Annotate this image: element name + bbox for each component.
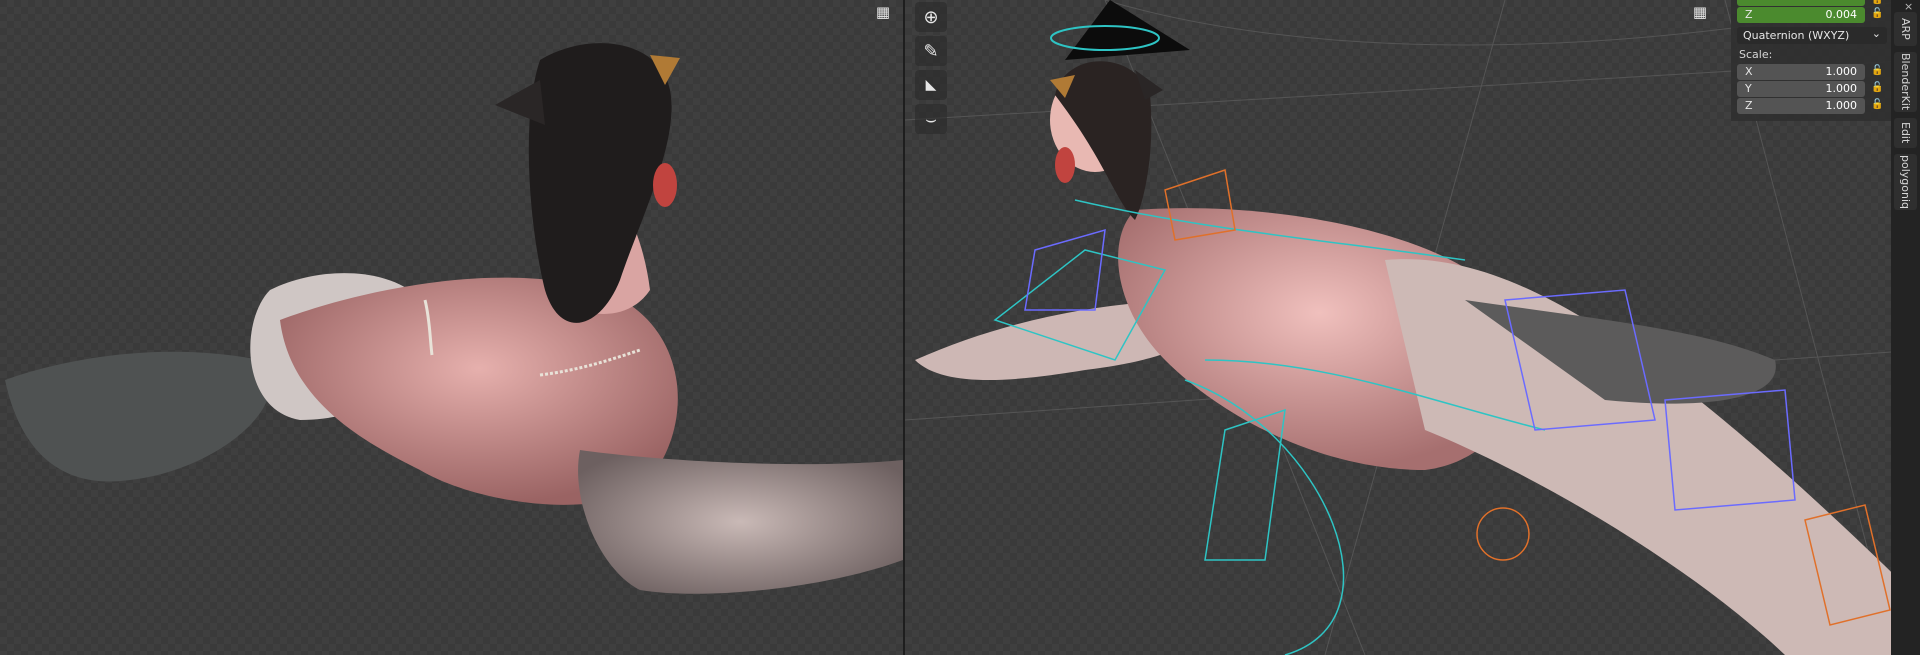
tool-column: ⊕ ✎ ◣ ⌣ xyxy=(915,2,949,138)
measure-tool-icon[interactable]: ◣ xyxy=(915,70,947,100)
rotation-mode-select[interactable]: Quaternion (WXYZ) ⌄ xyxy=(1737,27,1887,44)
curve-tool-icon[interactable]: ⌣ xyxy=(915,104,947,134)
lock-icon[interactable]: 🔓 xyxy=(1871,65,1885,79)
close-icon[interactable]: × xyxy=(1904,0,1913,13)
annotate-tool-icon[interactable]: ✎ xyxy=(915,36,947,66)
properties-n-panel: 🔓 Z 0.004 🔓 Quaternion (WXYZ) ⌄ Scale: X… xyxy=(1731,0,1891,121)
left-render-scene xyxy=(5,43,903,594)
grid-icon[interactable]: ▦ xyxy=(1690,2,1710,22)
tab-edit[interactable]: Edit xyxy=(1894,118,1917,148)
left-viewport[interactable]: ▦ xyxy=(0,0,903,655)
scale-label: Scale: xyxy=(1739,48,1773,61)
location-y-field[interactable] xyxy=(1737,0,1865,6)
lock-icon[interactable]: 🔓 xyxy=(1871,0,1885,8)
grid-icon[interactable]: ▦ xyxy=(873,2,893,22)
lock-icon[interactable]: 🔓 xyxy=(1871,82,1885,96)
chevron-down-icon: ⌄ xyxy=(1871,27,1881,40)
tab-polygoniq[interactable]: polygoniq xyxy=(1894,154,1917,210)
transform-tool-icon[interactable]: ⊕ xyxy=(915,2,947,32)
scale-z-field[interactable]: Z 1.000 xyxy=(1737,98,1865,114)
scale-x-field[interactable]: X 1.000 xyxy=(1737,64,1865,80)
scale-y-field[interactable]: Y 1.000 xyxy=(1737,81,1865,97)
sidebar-tabs: ARP BlenderKit Edit polygoniq xyxy=(1891,0,1920,655)
blender-window: ▦ ⊕ ✎ ◣ ⌣ ▦ Z 0.004 🔓 Quaternion (WXYZ) … xyxy=(0,0,1920,655)
location-z-field[interactable]: Z 0.004 xyxy=(1737,7,1865,23)
lock-icon[interactable]: 🔓 xyxy=(1871,99,1885,113)
tab-blenderkit[interactable]: BlenderKit xyxy=(1894,52,1917,112)
tab-arp[interactable]: ARP xyxy=(1894,12,1917,46)
lock-icon[interactable]: 🔓 xyxy=(1871,8,1885,22)
